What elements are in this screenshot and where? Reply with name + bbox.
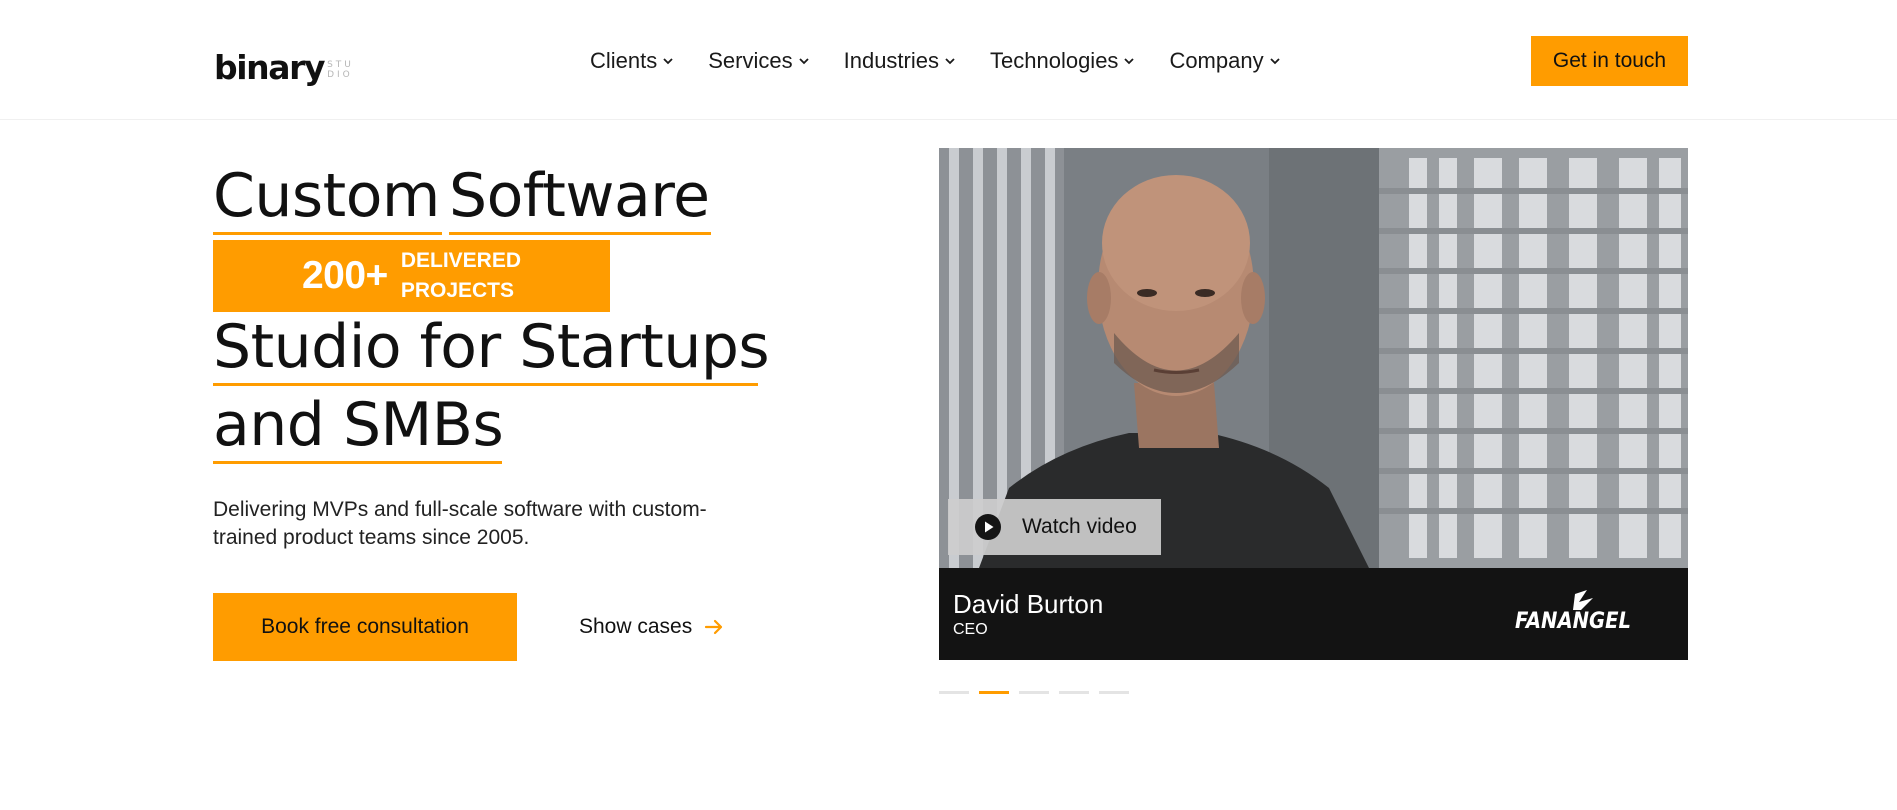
hero-title-word-custom: Custom — [213, 160, 442, 235]
carousel-dot-3[interactable] — [1019, 691, 1049, 694]
logo-subtext-top: STU — [327, 60, 354, 70]
badge-text-line1: DELIVERED — [400, 249, 522, 272]
client-brand-logo: FANANGEL — [1515, 588, 1633, 636]
carousel-dot-5[interactable] — [1099, 691, 1129, 694]
chevron-down-icon — [1269, 55, 1281, 67]
delivered-projects-badge: 200+ DELIVERED PROJECTS — [213, 240, 610, 312]
badge-text-line2: PROJECTS — [400, 279, 515, 302]
chevron-down-icon — [798, 55, 810, 67]
nav-item-company[interactable]: Company — [1169, 48, 1280, 74]
nav-item-clients[interactable]: Clients — [590, 48, 674, 74]
nav-item-services[interactable]: Services — [708, 48, 809, 74]
brand-logo-link[interactable]: binary STU DIO — [214, 40, 354, 84]
logo-wordmark: binary — [214, 48, 325, 87]
nav-label: Industries — [843, 48, 939, 73]
nav-label: Services — [708, 48, 793, 73]
watch-video-label: Watch video — [1022, 515, 1137, 538]
show-cases-link[interactable]: Show cases — [579, 612, 724, 642]
nav-item-technologies[interactable]: Technologies — [990, 48, 1135, 74]
badge-number: 200+ — [301, 254, 388, 297]
main-nav: Clients Services Industries Technologies… — [590, 45, 1281, 77]
arrow-right-icon — [704, 618, 724, 636]
carousel-dots — [939, 691, 1139, 694]
hero-subtitle: Delivering MVPs and full-scale software … — [213, 498, 707, 549]
carousel-dot-2[interactable] — [979, 691, 1009, 694]
testimonial-video-card: Watch video David Burton CEO FANANGEL — [939, 148, 1688, 660]
badge-text: DELIVERED PROJECTS — [401, 246, 521, 306]
logo-subtext: STU DIO — [327, 60, 354, 80]
hero-title-line-smbs: and SMBs — [213, 389, 504, 464]
watch-video-button[interactable]: Watch video — [948, 499, 1161, 555]
person-role: CEO — [953, 621, 988, 638]
video-caption: David Burton CEO FANANGEL — [939, 568, 1688, 660]
nav-label: Technologies — [990, 48, 1119, 73]
site-header: binary STU DIO Clients Services Industri… — [0, 0, 1897, 120]
person-name: David Burton — [953, 589, 1104, 619]
play-icon — [974, 513, 1002, 541]
hero-title-line-studio: Studio for Startups — [213, 311, 770, 386]
carousel-dot-4[interactable] — [1059, 691, 1089, 694]
carousel-dot-1[interactable] — [939, 691, 969, 694]
chevron-down-icon — [662, 55, 674, 67]
chevron-down-icon — [1123, 55, 1135, 67]
hero-title-word-software: Software — [449, 160, 711, 235]
show-cases-label: Show cases — [579, 615, 693, 638]
get-in-touch-button[interactable]: Get in touch — [1531, 36, 1688, 86]
video-thumbnail[interactable]: Watch video — [939, 148, 1688, 568]
nav-label: Clients — [590, 48, 658, 73]
svg-text:FANANGEL: FANANGEL — [1515, 609, 1631, 634]
book-consultation-button[interactable]: Book free consultation — [213, 593, 517, 661]
nav-label: Company — [1169, 48, 1264, 73]
nav-item-industries[interactable]: Industries — [844, 48, 956, 74]
logo-subtext-bottom: DIO — [327, 70, 353, 80]
chevron-down-icon — [944, 55, 956, 67]
